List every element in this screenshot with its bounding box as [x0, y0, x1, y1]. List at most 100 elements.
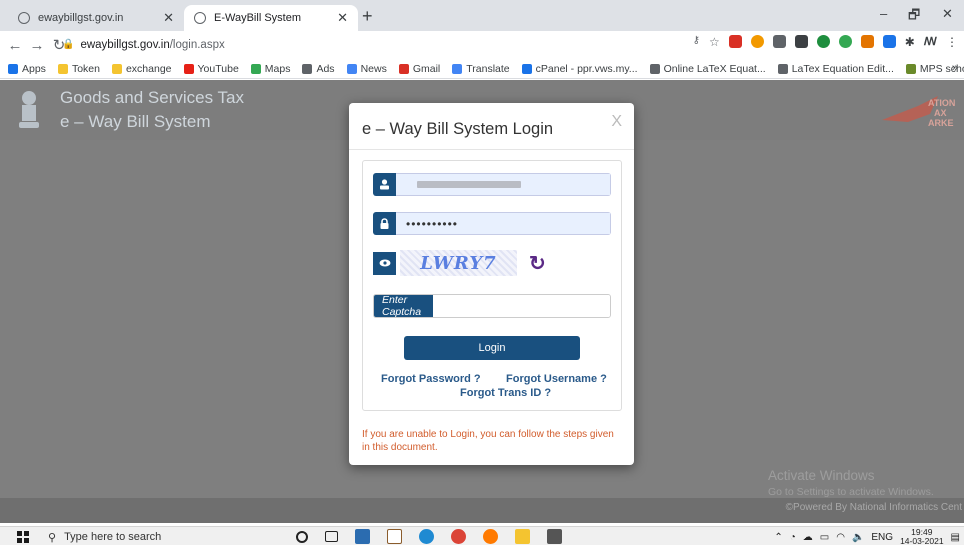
extension-icon[interactable] [772, 35, 786, 48]
extension-icon[interactable] [728, 35, 742, 48]
refresh-captcha-icon[interactable]: ↻ [529, 251, 546, 276]
modal-title: e – Way Bill System Login [362, 120, 554, 138]
svg-text:AX: AX [934, 108, 947, 118]
app-icon[interactable] [547, 529, 562, 544]
forgot-trans-id-link[interactable]: Forgot Trans ID ? [460, 387, 551, 399]
national-tax-logo-icon: ATION AX ARKE [882, 96, 955, 128]
browser-tab-2[interactable]: E-WayBill System ✕ [184, 5, 358, 31]
globe-icon [194, 12, 206, 24]
captcha-input[interactable] [433, 295, 610, 317]
password-input[interactable] [396, 212, 611, 235]
bookmark-label: Online LaTeX Equat... [663, 62, 766, 75]
system-tray: ⌃ ◔ ☁ ▭ ◠ 🔈 ENG 19:49 14-03-2021 ▤ [774, 528, 960, 545]
cortana-icon[interactable] [296, 530, 308, 543]
bookmark-icon [57, 63, 68, 74]
key-icon[interactable]: ⚷ [693, 35, 700, 48]
maximize-button[interactable]: 🗗 [908, 6, 920, 28]
extension-icon[interactable] [838, 35, 852, 48]
menu-icon[interactable]: ⋮ [946, 35, 958, 49]
url-host: ewaybillgst.gov.in [80, 38, 170, 51]
forward-icon[interactable]: → [26, 37, 48, 54]
clock[interactable]: 19:49 14-03-2021 [900, 528, 943, 545]
profile-icon[interactable]: ꟿ [924, 35, 937, 48]
bookmark-item[interactable]: Token [57, 62, 100, 75]
eye-icon[interactable] [373, 251, 396, 275]
app-icon[interactable] [355, 529, 370, 544]
bookmarks-more-button[interactable]: » [952, 62, 958, 74]
wifi-icon[interactable]: ◠ [836, 532, 845, 543]
chevron-up-icon[interactable]: ⌃ [774, 532, 782, 543]
bookmark-icon [649, 63, 660, 74]
forgot-username-link[interactable]: Forgot Username ? [506, 373, 607, 385]
bookmark-item[interactable]: YouTube [183, 63, 239, 75]
bookmark-label: cPanel - ppr.vws.my... [535, 62, 638, 75]
svg-text:ARKE: ARKE [928, 118, 954, 128]
bookmark-item[interactable]: exchange [111, 62, 172, 75]
login-help-link[interactable]: If you are unable to Login, you can foll… [362, 428, 624, 454]
star-icon[interactable]: ☆ [709, 35, 720, 49]
bookmark-label: Token [71, 62, 100, 75]
puzzle-icon[interactable]: ✱ [905, 35, 915, 49]
bookmark-label: News [360, 62, 387, 75]
bookmark-label: Translate [466, 62, 510, 75]
bookmark-label: Maps [264, 62, 291, 75]
extension-icon[interactable] [794, 35, 808, 48]
volume-icon[interactable]: 🔈 [852, 532, 864, 543]
bookmark-icon [111, 63, 122, 74]
extension-icon[interactable] [860, 35, 874, 48]
bookmark-icon [8, 63, 18, 74]
site-footer: ©Powered By National Informatics Cent [0, 498, 964, 523]
tab-title: E-WayBill System [214, 12, 301, 24]
forgot-password-link[interactable]: Forgot Password ? [381, 373, 481, 385]
tab-close-icon[interactable]: ✕ [163, 10, 174, 26]
password-field [373, 212, 611, 235]
browser-tab-1[interactable]: ewaybillgst.gov.in ✕ [8, 5, 184, 31]
extension-icon[interactable] [882, 35, 896, 48]
task-view-icon[interactable] [325, 531, 338, 542]
new-tab-button[interactable]: + [362, 6, 373, 27]
tab-title: ewaybillgst.gov.in [38, 12, 124, 24]
extension-icon[interactable] [750, 35, 764, 48]
extension-icon[interactable] [816, 35, 830, 48]
notification-icon[interactable]: ▤ [951, 532, 960, 543]
edge-icon[interactable] [419, 529, 434, 544]
network-icon[interactable]: ◔ [790, 532, 796, 543]
login-button[interactable]: Login [404, 336, 580, 360]
windows-start-icon[interactable] [17, 531, 29, 543]
bookmark-label: exchange [125, 62, 172, 75]
language-indicator[interactable]: ENG [871, 532, 893, 543]
bookmark-item[interactable]: LaTex Equation Edit... [777, 63, 894, 75]
taskbar-apps [296, 529, 562, 544]
chrome-icon[interactable] [451, 529, 466, 544]
modal-divider [349, 149, 634, 150]
captcha-row: LWRY7 ↻ [373, 250, 546, 276]
site-title: Goods and Services Tax [60, 88, 244, 107]
firefox-icon[interactable] [483, 529, 498, 544]
file-explorer-icon[interactable] [515, 529, 530, 544]
cloud-icon[interactable]: ☁ [803, 532, 813, 543]
login-modal: e – Way Bill System Login X LWRY7 ↻ [349, 103, 634, 465]
bookmark-item[interactable]: Apps [8, 63, 46, 75]
bookmark-item[interactable]: News [346, 62, 387, 75]
bookmark-item[interactable]: Maps [250, 62, 291, 75]
battery-icon[interactable]: ▭ [820, 532, 829, 543]
footer-text: ©Powered By National Informatics Cent [785, 502, 962, 513]
bookmark-item[interactable]: Translate [452, 62, 510, 75]
minimize-button[interactable]: – [880, 6, 887, 21]
taskbar-search[interactable]: ⚲ Type here to search [48, 528, 274, 545]
back-icon[interactable]: ← [4, 37, 26, 54]
activate-windows-text: Go to Settings to activate Windows. [768, 486, 934, 498]
bookmark-item[interactable]: Ads [302, 63, 335, 75]
app-icon[interactable] [387, 529, 402, 544]
bookmark-label: Apps [22, 62, 46, 75]
browser-toolbar: ← → ↻ 🔒 ewaybillgst.gov.in/login.aspx ⚷ … [0, 31, 964, 59]
bookmark-item[interactable]: cPanel - ppr.vws.my... [521, 62, 638, 75]
close-window-button[interactable]: ✕ [942, 6, 953, 22]
bookmark-item[interactable]: Online LaTeX Equat... [649, 62, 766, 75]
globe-icon [18, 12, 30, 24]
modal-close-button[interactable]: X [611, 113, 622, 131]
address-bar[interactable]: 🔒 ewaybillgst.gov.in/login.aspx [62, 34, 690, 55]
tab-close-icon[interactable]: ✕ [337, 10, 348, 26]
site-subtitle: e – Way Bill System [60, 112, 211, 131]
bookmark-item[interactable]: Gmail [398, 63, 440, 75]
